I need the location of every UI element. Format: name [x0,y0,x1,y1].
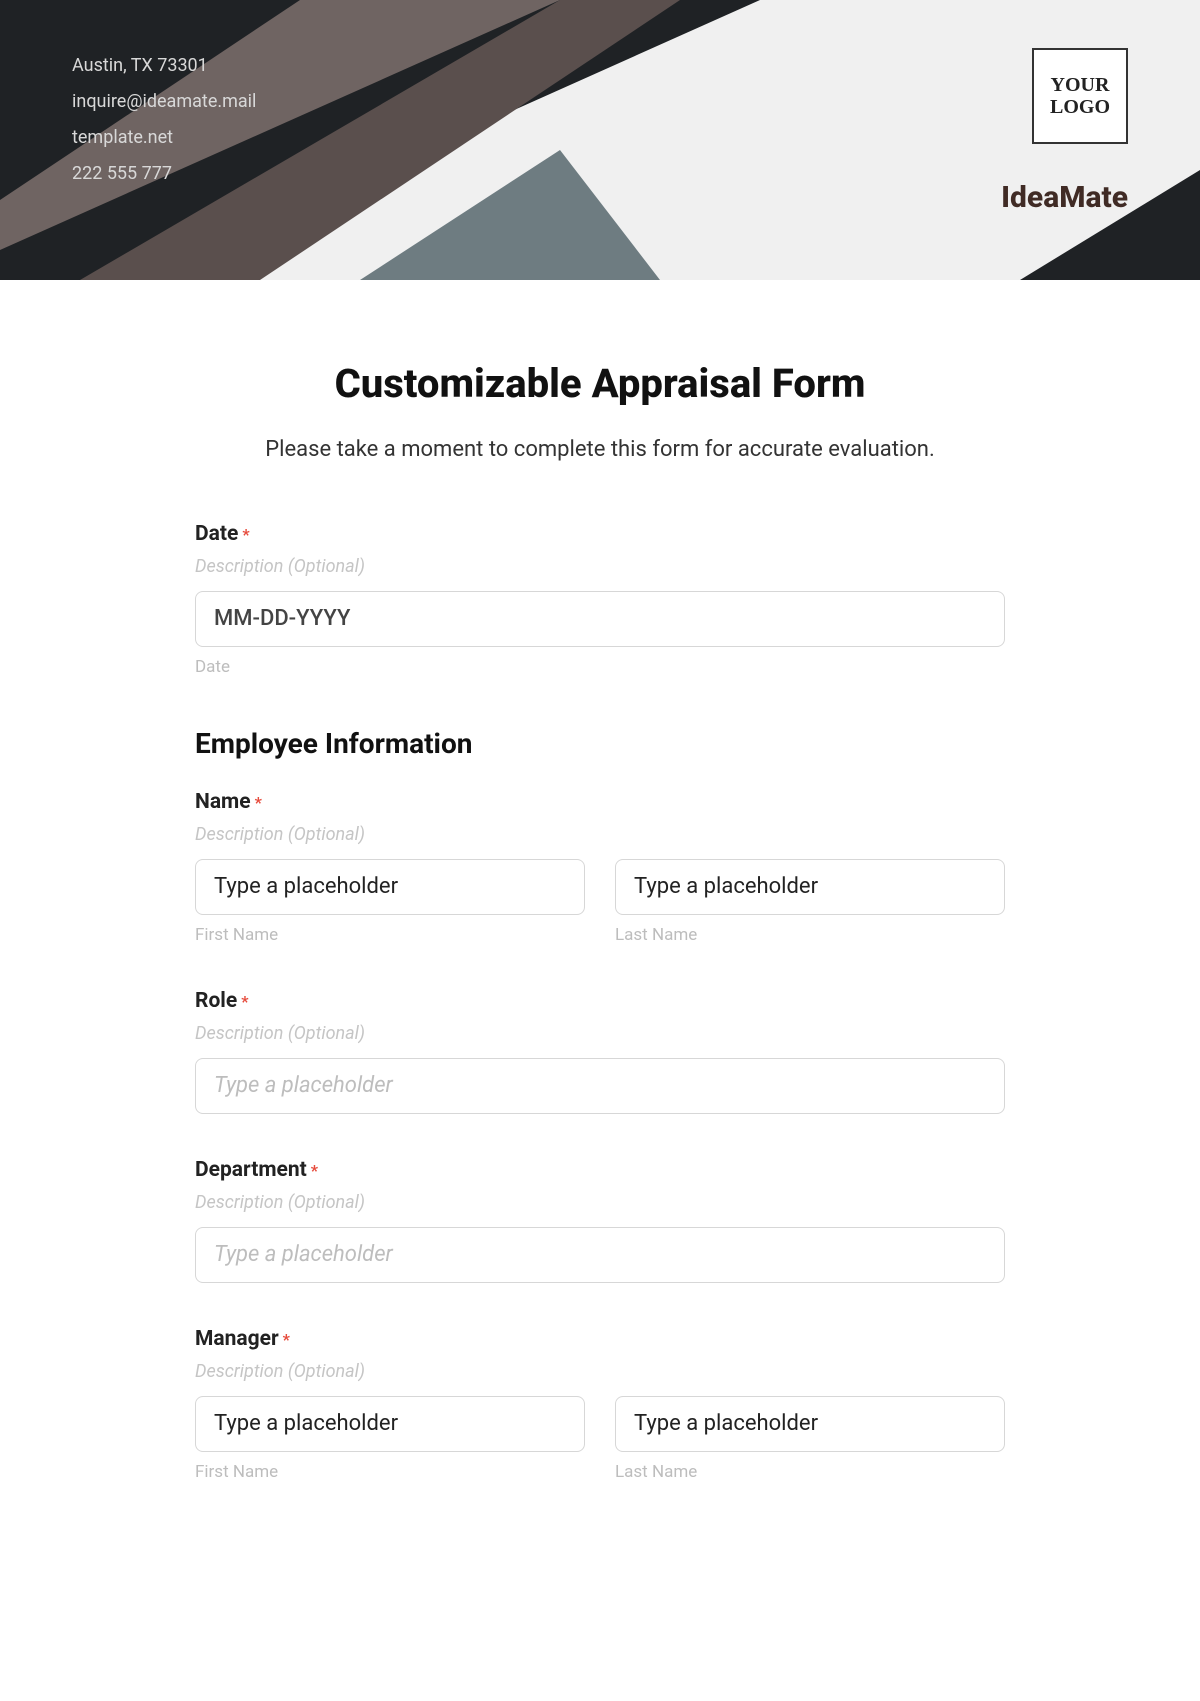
form-title: Customizable Appraisal Form [195,360,1005,407]
manager-last-name-input[interactable]: Type a placeholder [615,1396,1005,1452]
required-marker: * [283,1330,290,1349]
section-employee-info: Employee Information [195,727,1005,760]
required-marker: * [242,525,249,544]
field-role: Role * Description (Optional) Type a pla… [195,989,1005,1114]
manager-label: Manager [195,1327,279,1351]
contact-block: Austin, TX 73301 inquire@ideamate.mail t… [72,48,256,192]
manager-description: Description (Optional) [195,1361,1005,1382]
field-manager: Manager * Description (Optional) Type a … [195,1327,1005,1482]
phone-line: 222 555 777 [72,156,256,192]
first-name-input[interactable]: Type a placeholder [195,859,585,915]
name-label: Name [195,790,251,814]
date-sublabel: Date [195,657,1005,677]
date-description: Description (Optional) [195,556,1005,577]
form-subtitle: Please take a moment to complete this fo… [195,437,1005,462]
field-department: Department * Description (Optional) Type… [195,1158,1005,1283]
last-name-input[interactable]: Type a placeholder [615,859,1005,915]
role-input[interactable]: Type a placeholder [195,1058,1005,1114]
department-input[interactable]: Type a placeholder [195,1227,1005,1283]
role-label: Role [195,989,237,1013]
department-label: Department [195,1158,307,1182]
first-name-sublabel: First Name [195,925,585,945]
last-name-sublabel: Last Name [615,925,1005,945]
date-label: Date [195,522,238,546]
department-description: Description (Optional) [195,1192,1005,1213]
required-marker: * [255,793,262,812]
site-line: template.net [72,120,256,156]
address-line: Austin, TX 73301 [72,48,256,84]
required-marker: * [241,992,248,1011]
required-marker: * [311,1161,318,1180]
role-description: Description (Optional) [195,1023,1005,1044]
letterhead-header: Austin, TX 73301 inquire@ideamate.mail t… [0,0,1200,280]
field-name: Name * Description (Optional) Type a pla… [195,790,1005,945]
email-line: inquire@ideamate.mail [72,84,256,120]
field-date: Date * Description (Optional) MM-DD-YYYY… [195,522,1005,677]
logo-placeholder: YOUR LOGO [1032,48,1128,144]
manager-first-name-input[interactable]: Type a placeholder [195,1396,585,1452]
manager-first-name-sublabel: First Name [195,1462,585,1482]
name-description: Description (Optional) [195,824,1005,845]
brand-name: IdeaMate [1001,180,1128,215]
logo-text: YOUR LOGO [1034,74,1126,118]
date-input[interactable]: MM-DD-YYYY [195,591,1005,647]
form-container: Customizable Appraisal Form Please take … [135,280,1065,1566]
manager-last-name-sublabel: Last Name [615,1462,1005,1482]
